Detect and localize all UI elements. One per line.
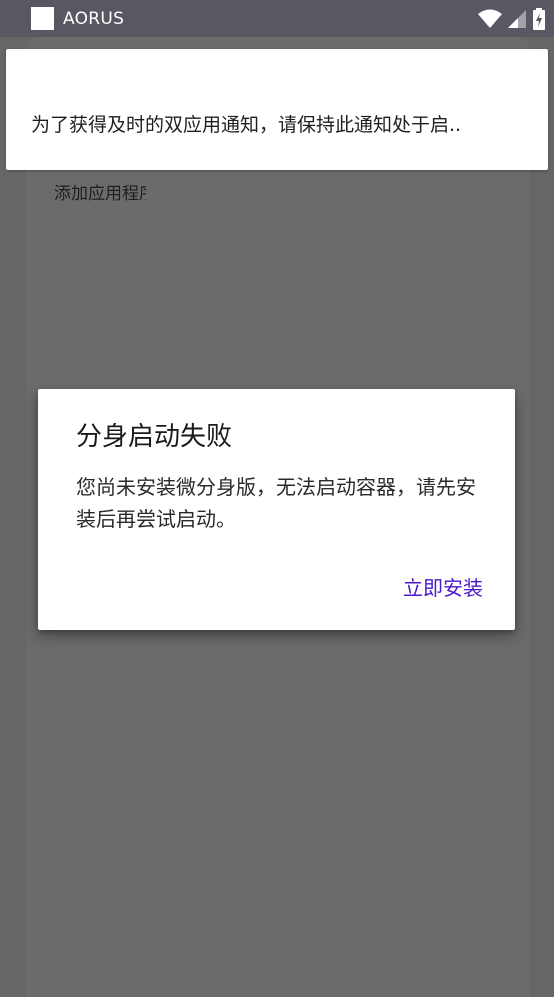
signal-icon xyxy=(508,10,526,28)
notification-text: 为了获得及时的双应用通知，请保持此通知处于启.. xyxy=(31,114,462,136)
status-bar-app-name: AORUS xyxy=(63,9,125,29)
battery-icon xyxy=(533,8,545,30)
wifi-icon xyxy=(478,9,502,28)
status-bar: AORUS xyxy=(0,0,554,37)
dialog-title: 分身启动失败 xyxy=(76,422,233,452)
notification-card[interactable]: 为了获得及时的双应用通知，请保持此通知处于启.. xyxy=(6,49,548,170)
app-square-icon xyxy=(31,7,54,30)
dialog-message: 您尚未安装微分身版，无法启动容器，请先安装后再尝试启动。 xyxy=(76,475,476,531)
status-icons xyxy=(478,8,546,30)
add-app-label[interactable]: 添加应用程序 xyxy=(54,183,146,207)
launch-failed-dialog: 分身启动失败 您尚未安装微分身版，无法启动容器，请先安装后再尝试启动。 立即安装 xyxy=(38,389,515,630)
install-now-button[interactable]: 立即安装 xyxy=(401,571,485,605)
